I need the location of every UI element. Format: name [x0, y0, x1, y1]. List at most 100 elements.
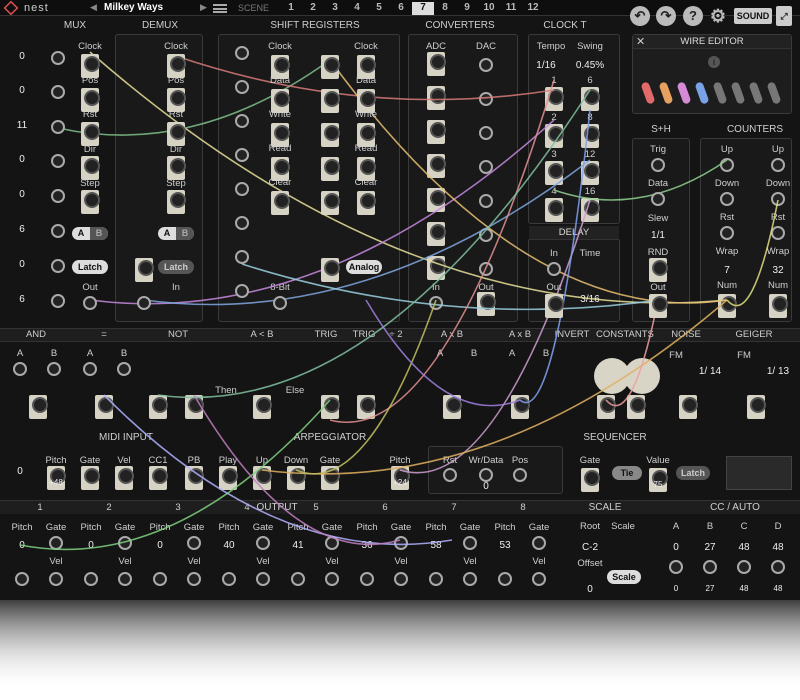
cc-a-value[interactable]: 0: [661, 542, 691, 553]
next-preset-icon[interactable]: ▶: [200, 2, 207, 13]
dac-bit-led-4[interactable]: [479, 194, 493, 208]
demux-out-jack-b[interactable]: [135, 258, 154, 282]
cc-d-value[interactable]: 48: [763, 542, 793, 553]
scene-button-9[interactable]: 9: [456, 2, 478, 15]
midi-channel-value[interactable]: 0: [5, 466, 35, 477]
seq-latch-button[interactable]: Latch: [676, 466, 710, 480]
logic-eq-b-jack[interactable]: [117, 362, 131, 376]
midi-play-jack[interactable]: [219, 466, 238, 490]
demux-out-jack-2[interactable]: [167, 122, 186, 146]
shift-bit-led-1[interactable]: [235, 80, 249, 94]
clock-div-1-jack[interactable]: [545, 87, 564, 111]
logic-eq-a-jack[interactable]: [83, 362, 97, 376]
arp-gate-jack[interactable]: [321, 466, 340, 490]
output-2-gate-jack[interactable]: [118, 536, 132, 550]
sequencer-display[interactable]: [726, 456, 792, 490]
gear-icon[interactable]: ⚙: [708, 6, 728, 26]
mux-ab-toggle[interactable]: AB: [72, 227, 108, 240]
logic-out-jack-9[interactable]: [597, 395, 616, 419]
output-8-pitch-value[interactable]: 53: [490, 540, 520, 551]
scene-button-3[interactable]: 3: [324, 2, 346, 15]
shift-a-clear-jack[interactable]: [271, 191, 290, 215]
mux-jack-3[interactable]: [51, 154, 65, 168]
delay-out-jack[interactable]: [545, 294, 564, 318]
help-icon[interactable]: ?: [683, 6, 703, 26]
logic-and-b-jack[interactable]: [47, 362, 61, 376]
output-1-pitch-jack[interactable]: [15, 572, 29, 586]
scene-button-10[interactable]: 10: [478, 2, 500, 15]
shift-bit-led-0[interactable]: [235, 46, 249, 60]
adc-bit-jack-3[interactable]: [427, 154, 446, 178]
output-8-vel-jack[interactable]: [532, 572, 546, 586]
counter-a-wrap-value[interactable]: 7: [712, 265, 742, 276]
midi-pitch-offset[interactable]: +48: [41, 478, 71, 487]
adc-in-jack[interactable]: [429, 296, 443, 310]
clock-div-6-jack[interactable]: [581, 87, 600, 111]
output-8-gate-jack[interactable]: [532, 536, 546, 550]
cc-a-jack[interactable]: [669, 560, 683, 574]
midi-pb-jack[interactable]: [185, 466, 204, 490]
shift-b-write-out-jack[interactable]: [321, 123, 340, 147]
scale-button[interactable]: Scale: [607, 570, 641, 584]
clock-div-3-jack[interactable]: [545, 161, 564, 185]
cc-d-jack[interactable]: [771, 560, 785, 574]
clock-div-2-jack[interactable]: [545, 124, 564, 148]
counter-a-down-jack[interactable]: [720, 192, 734, 206]
arp-up-jack[interactable]: [253, 466, 272, 490]
demux-latch-button[interactable]: Latch: [158, 260, 194, 274]
output-7-gate-jack[interactable]: [463, 536, 477, 550]
seq-gate-jack[interactable]: [581, 468, 600, 492]
seq-wr-data-jack[interactable]: [479, 468, 493, 482]
dac-bit-led-3[interactable]: [479, 160, 493, 174]
clock-div-4-jack[interactable]: [545, 198, 564, 222]
output-3-pitch-jack[interactable]: [153, 572, 167, 586]
mux-jack-6[interactable]: [51, 259, 65, 273]
shift-bit-led-5[interactable]: [235, 216, 249, 230]
output-4-pitch-value[interactable]: 40: [214, 540, 244, 551]
clock-div-16-jack[interactable]: [581, 198, 600, 222]
mux-value-1[interactable]: 0: [7, 85, 37, 96]
dac-bit-led-2[interactable]: [479, 126, 493, 140]
midi-vel-jack[interactable]: [115, 466, 134, 490]
logic-out-jack-5[interactable]: [321, 395, 340, 419]
logic-out-jack-6[interactable]: [357, 395, 376, 419]
constant-knob-2[interactable]: [624, 358, 660, 394]
sh-out-jack[interactable]: [649, 294, 668, 318]
mux-jack-7[interactable]: [51, 294, 65, 308]
output-3-gate-jack[interactable]: [187, 536, 201, 550]
mux-jack-4[interactable]: [51, 189, 65, 203]
adc-bit-jack-1[interactable]: [427, 86, 446, 110]
demux-in-jack[interactable]: [137, 296, 151, 310]
mux-value-4[interactable]: 0: [7, 189, 37, 200]
seq-pos-jack[interactable]: [513, 468, 527, 482]
logic-out-jack-1[interactable]: [95, 395, 114, 419]
logic-out-jack-2[interactable]: [149, 395, 168, 419]
mux-jack-0[interactable]: [51, 51, 65, 65]
scene-button-6[interactable]: 6: [390, 2, 412, 15]
redo-icon[interactable]: ↷: [656, 6, 676, 26]
shift-bit-led-7[interactable]: [235, 284, 249, 298]
output-3-vel-jack[interactable]: [187, 572, 201, 586]
mux-value-6[interactable]: 0: [7, 259, 37, 270]
logic-out-jack-12[interactable]: [747, 395, 766, 419]
output-1-vel-jack[interactable]: [49, 572, 63, 586]
mux-jack-1[interactable]: [51, 85, 65, 99]
mux-value-3[interactable]: 0: [7, 154, 37, 165]
logic-and-a-jack[interactable]: [13, 362, 27, 376]
scene-button-8[interactable]: 8: [434, 2, 456, 15]
adc-bit-jack-4[interactable]: [427, 188, 446, 212]
output-4-pitch-jack[interactable]: [222, 572, 236, 586]
prev-preset-icon[interactable]: ◀: [90, 2, 97, 13]
counter-b-rst-jack[interactable]: [771, 226, 785, 240]
scene-button-12[interactable]: 12: [522, 2, 544, 15]
shift-bit-led-3[interactable]: [235, 148, 249, 162]
counter-a-up-jack[interactable]: [720, 158, 734, 172]
cc-a-out[interactable]: 0: [661, 584, 691, 593]
close-icon[interactable]: ✕: [636, 35, 645, 48]
counter-b-num-jack[interactable]: [769, 294, 788, 318]
menu-icon[interactable]: [213, 4, 227, 13]
output-5-gate-jack[interactable]: [325, 536, 339, 550]
delay-in-jack[interactable]: [547, 262, 561, 276]
output-2-pitch-value[interactable]: 0: [76, 540, 106, 551]
sh-rnd-jack[interactable]: [649, 258, 668, 282]
